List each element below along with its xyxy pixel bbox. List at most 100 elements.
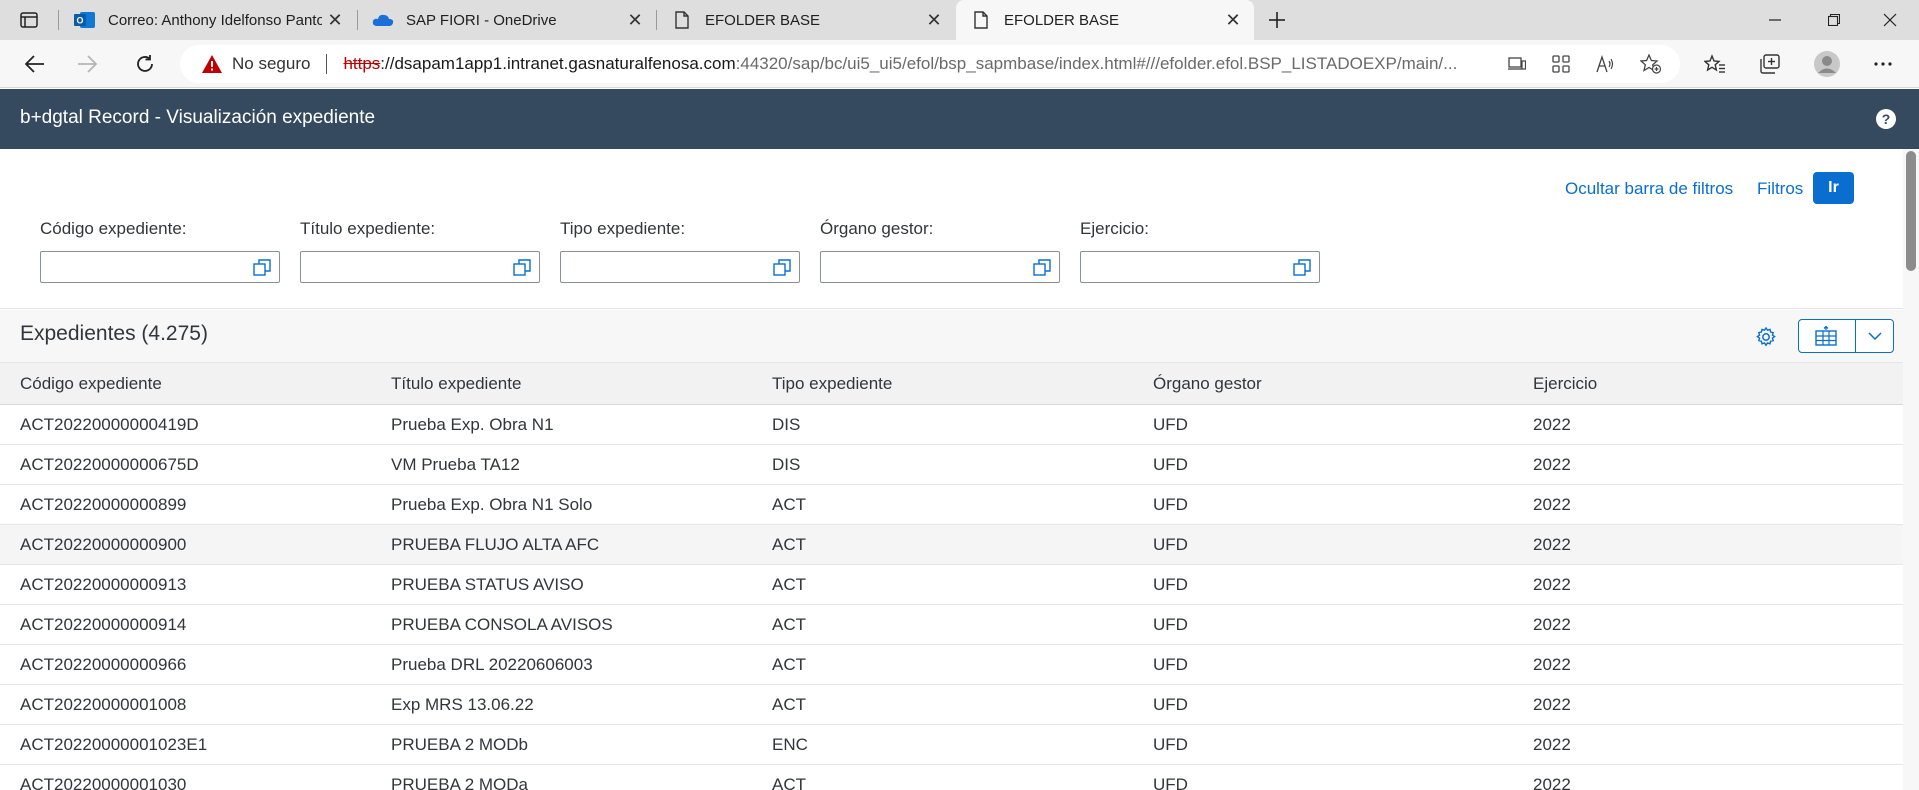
go-button[interactable]: Ir [1813,172,1854,204]
warning-icon[interactable] [200,52,224,76]
export-to-spreadsheet-button[interactable] [1799,320,1856,352]
cell-codigo: ACT20220000000966 [20,655,187,674]
device-icon[interactable] [1504,52,1530,76]
vertical-scrollbar[interactable] [1903,149,1919,790]
table-row[interactable]: ACT20220000000966 Prueba DRL 20220606003… [0,645,1903,685]
minimize-button[interactable] [1747,0,1803,40]
table-row[interactable]: ACT20220000000900 PRUEBA FLUJO ALTA AFC … [0,525,1903,565]
avatar-icon [1814,51,1840,77]
table-row[interactable]: ACT20220000001008 Exp MRS 13.06.22 ACT U… [0,685,1903,725]
add-favorite-icon[interactable] [1638,52,1664,76]
table-row[interactable]: ACT20220000000913 PRUEBA STATUS AVISO AC… [0,565,1903,605]
value-help-icon[interactable] [1033,259,1051,277]
ejercicio-input[interactable] [1080,251,1320,283]
cell-codigo: ACT20220000000914 [20,615,187,634]
read-aloud-icon[interactable] [1592,52,1618,76]
cell-organo: UFD [1153,735,1188,754]
tab-separator [58,10,59,30]
address-bar[interactable]: No seguro https://dsapam1app1.intranet.g… [180,45,1680,83]
restore-button[interactable] [1806,0,1862,40]
cell-ejercicio: 2022 [1533,655,1571,674]
column-header-titulo[interactable]: Título expediente [391,374,521,394]
cell-organo: UFD [1153,495,1188,514]
cell-organo: UFD [1153,695,1188,714]
reload-icon [137,55,153,72]
cell-tipo: ENC [772,735,808,754]
forward-button[interactable] [70,48,104,80]
cell-organo: UFD [1153,655,1188,674]
help-icon[interactable]: ? [1876,109,1896,129]
cell-organo: UFD [1153,455,1188,474]
tab-efolder-1[interactable]: EFOLDER BASE ✕ [657,0,955,40]
gear-icon [1756,326,1776,347]
close-tab-icon[interactable]: ✕ [322,7,348,33]
cell-tipo: ACT [772,695,806,714]
tab-actions-button[interactable] [14,8,44,32]
tipo-expediente-input[interactable] [560,251,800,283]
hide-filter-bar-link[interactable]: Ocultar barra de filtros [1565,179,1733,199]
export-dropdown-button[interactable] [1856,320,1893,352]
column-header-ejercicio[interactable]: Ejercicio [1533,374,1597,394]
value-help-icon[interactable] [1293,259,1311,277]
filter-label: Título expediente: [300,219,436,238]
tab-title: Correo: Anthony Idelfonso Panto [108,11,322,29]
cell-titulo: Prueba Exp. Obra N1 Solo [391,495,593,514]
table-row[interactable]: ACT20220000000675D VM Prueba TA12 DIS UF… [0,445,1903,485]
back-arrow-icon [25,55,44,73]
security-status-label[interactable]: No seguro [232,54,310,74]
tab-outlook[interactable]: O Correo: Anthony Idelfonso Panto ✕ [60,0,356,40]
back-button[interactable] [18,48,52,80]
table-row[interactable]: ACT20220000000419D Prueba Exp. Obra N1 D… [0,405,1903,445]
column-header-codigo[interactable]: Código expediente [20,374,162,394]
plus-icon [1269,12,1285,28]
cell-organo: UFD [1153,575,1188,594]
close-tab-icon[interactable]: ✕ [921,7,947,33]
column-header-organo[interactable]: Órgano gestor [1153,374,1262,394]
profile-button[interactable] [1810,48,1844,80]
cell-titulo: PRUEBA 2 MODb [391,735,528,754]
column-header-tipo[interactable]: Tipo expediente [772,374,892,394]
collections-button[interactable] [1753,48,1787,80]
table-row[interactable]: ACT20220000000899 Prueba Exp. Obra N1 So… [0,485,1903,525]
filter-label: Tipo expediente: [560,219,686,238]
more-options-button[interactable] [1866,48,1900,80]
table-row[interactable]: ACT20220000000914 PRUEBA CONSOLA AVISOS … [0,605,1903,645]
close-tab-icon[interactable]: ✕ [1220,7,1246,33]
value-help-icon[interactable] [773,259,791,277]
reload-button[interactable] [128,48,162,80]
new-tab-button[interactable] [1262,6,1292,34]
export-button[interactable] [1798,319,1894,353]
minimize-icon [1769,19,1781,21]
cell-ejercicio: 2022 [1533,495,1571,514]
cell-codigo: ACT20220000000419D [20,415,199,434]
cell-titulo: Prueba Exp. Obra N1 [391,415,554,434]
organo-gestor-input[interactable] [820,251,1060,283]
filter-ejercicio: Ejercicio: [1080,219,1320,283]
value-help-icon[interactable] [253,259,271,277]
favorites-button[interactable] [1698,48,1732,80]
close-window-button[interactable] [1862,0,1918,40]
cell-tipo: DIS [772,455,801,474]
tab-title: SAP FIORI - OneDrive [406,11,557,29]
table-toolbar: Expedientes (4.275) [0,310,1903,363]
close-tab-icon[interactable]: ✕ [622,7,648,33]
cell-codigo: ACT20220000000913 [20,575,187,594]
codigo-expediente-input[interactable] [40,251,280,283]
collections-icon [1760,54,1780,74]
table-body: ACT20220000000419D Prueba Exp. Obra N1 D… [0,405,1903,790]
table-row[interactable]: ACT20220000001023E1 PRUEBA 2 MODb ENC UF… [0,725,1903,765]
table-row[interactable]: ACT20220000001030 PRUEBA 2 MODa ACT UFD … [0,765,1903,790]
tab-efolder-active[interactable]: EFOLDER BASE ✕ [956,0,1254,40]
scrollbar-thumb[interactable] [1906,151,1916,271]
tab-onedrive[interactable]: SAP FIORI - OneDrive ✕ [358,0,656,40]
value-help-icon[interactable] [513,259,531,277]
apps-icon[interactable] [1548,52,1574,76]
spreadsheet-export-icon [1815,326,1837,346]
url-text[interactable]: https://dsapam1app1.intranet.gasnaturalf… [343,54,1483,74]
tab-actions-icon [20,12,38,28]
cell-tipo: ACT [772,655,806,674]
filters-link[interactable]: Filtros [1757,179,1803,199]
titulo-expediente-input[interactable] [300,251,540,283]
table-settings-button[interactable] [1752,323,1780,351]
cell-ejercicio: 2022 [1533,775,1571,790]
